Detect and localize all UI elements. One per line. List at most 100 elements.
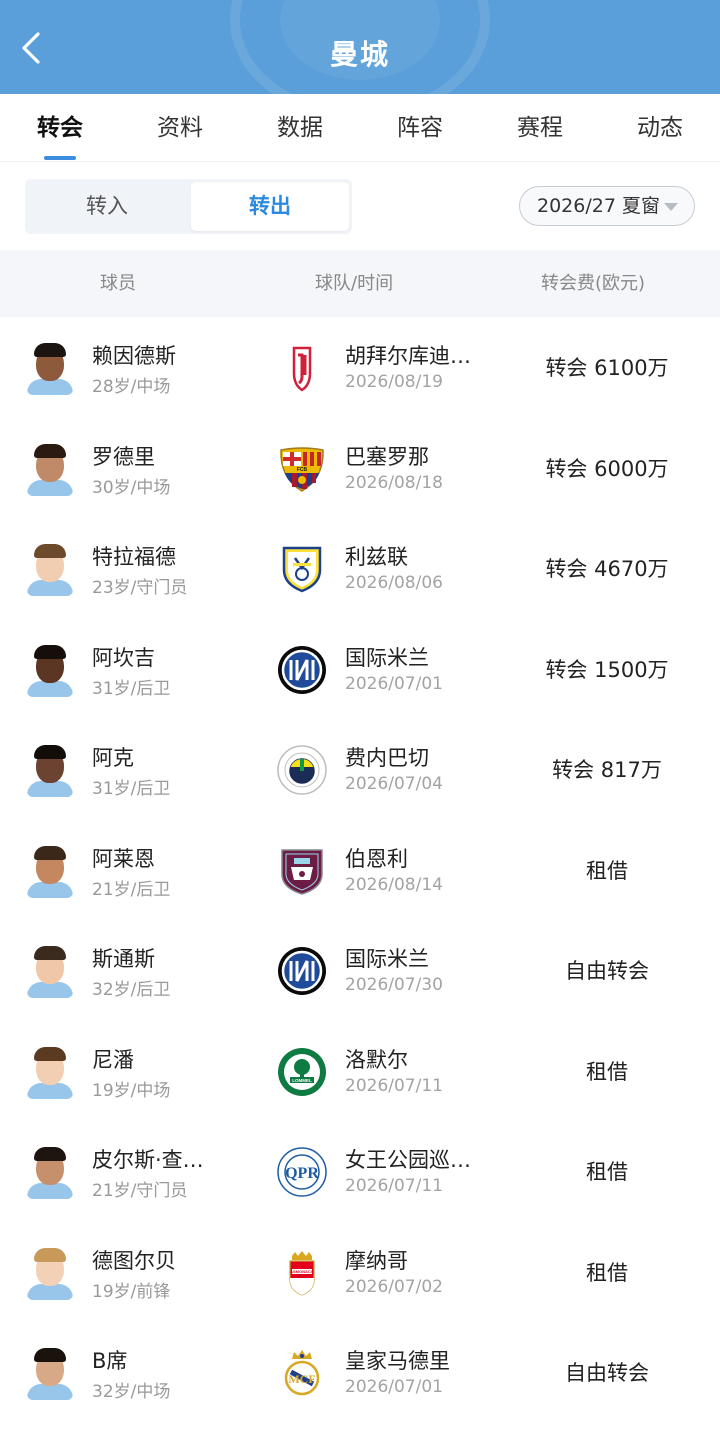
- transfer-row[interactable]: 赖因德斯 28岁/中场 胡拜尔库迪… 2026/08/19 转会 6100万: [0, 318, 720, 418]
- tab-news[interactable]: 动态: [600, 94, 720, 162]
- transfer-in-button[interactable]: 转入: [28, 182, 186, 231]
- caret-down-icon: [664, 203, 678, 211]
- player-avatar: [27, 1145, 73, 1199]
- player-age-position: 19岁/中场: [92, 1080, 171, 1101]
- tab-label: 阵容: [397, 115, 443, 141]
- player-age-position: 31岁/后卫: [92, 678, 171, 699]
- column-header-player: 球员: [100, 273, 136, 294]
- player-age-position: 23岁/守门员: [92, 578, 188, 598]
- transfer-date: 2026/07/02: [345, 1276, 443, 1297]
- player-name: 罗德里: [92, 444, 155, 469]
- top-bar: 曼城: [0, 0, 720, 94]
- player-age-position: 30岁/中场: [92, 477, 171, 498]
- destination-team-name: 皇家马德里: [345, 1349, 450, 1373]
- destination-team-name: 费内巴切: [345, 746, 429, 770]
- player-avatar: [27, 743, 73, 797]
- transfer-fee: 租借: [586, 1260, 628, 1285]
- player-avatar: [27, 442, 73, 496]
- player-name: 皮尔斯·查…: [92, 1148, 204, 1172]
- transfer-row[interactable]: 斯通斯 32岁/后卫 国际米兰 2026/07/30 自由转会: [0, 921, 720, 1021]
- transfer-date: 2026/07/30: [345, 975, 443, 995]
- transfer-row[interactable]: 阿莱恩 21岁/后卫 伯恩利 2026/08/14 租借: [0, 821, 720, 921]
- transfer-row[interactable]: 特拉福德 23岁/守门员 利兹联 2026/08/06 转会 4670万: [0, 519, 720, 619]
- svg-text:FCB: FCB: [297, 467, 308, 473]
- player-name: 德图尔贝: [92, 1248, 176, 1273]
- transfer-fee: 转会 6000万: [545, 456, 669, 481]
- player-name: 赖因德斯: [92, 344, 176, 368]
- player-age-position: 21岁/后卫: [92, 879, 171, 900]
- transfer-fee: 转会 4670万: [545, 557, 669, 581]
- svg-text:QPR: QPR: [285, 1165, 319, 1182]
- player-age-position: 32岁/后卫: [92, 980, 171, 1000]
- transfer-row[interactable]: 皮尔斯·查… 21岁/守门员 QPR 女王公园巡… 2026/07/11 租借: [0, 1122, 720, 1222]
- tab-transfers[interactable]: 转会: [0, 94, 120, 162]
- back-button[interactable]: [14, 30, 50, 66]
- column-header-team-time: 球队/时间: [315, 273, 394, 294]
- transfer-date: 2026/07/11: [345, 1075, 443, 1096]
- chevron-left-icon: [22, 32, 40, 64]
- transfer-date: 2026/08/18: [345, 472, 443, 493]
- svg-text:LOMMEL: LOMMEL: [292, 1078, 312, 1083]
- transfer-date: 2026/07/01: [345, 673, 443, 694]
- transfer-fee: 转会 6100万: [545, 356, 669, 380]
- transfer-fee: 租借: [586, 1059, 628, 1084]
- transfer-row[interactable]: 阿克 31岁/后卫 费内巴切 2026/07/04 转会 817万: [0, 720, 720, 820]
- destination-team-name: 国际米兰: [345, 947, 429, 971]
- player-avatar: [27, 1346, 73, 1400]
- transfer-direction-toggle: 转入 转出: [25, 179, 352, 234]
- destination-team-name: 摩纳哥: [345, 1248, 408, 1273]
- tab-label: 数据: [277, 115, 323, 141]
- tab-label: 转会: [37, 115, 83, 141]
- transfer-window-select[interactable]: 2026/27 夏窗: [519, 186, 695, 226]
- inter-crest-icon: [277, 946, 327, 996]
- player-name: 阿克: [92, 746, 134, 770]
- transfer-row[interactable]: 罗德里 30岁/中场 FCB 巴塞罗那 2026/08/18 转会 6000万: [0, 419, 720, 519]
- transfer-fee: 转会 1500万: [545, 657, 669, 682]
- player-age-position: 28岁/中场: [92, 377, 171, 397]
- player-name: 尼潘: [92, 1047, 134, 1072]
- transfer-fee: 自由转会: [565, 1361, 649, 1385]
- player-name: B席: [92, 1349, 128, 1373]
- player-avatar: [27, 643, 73, 697]
- transfer-date: 2026/08/06: [345, 573, 443, 593]
- tab-squad[interactable]: 阵容: [360, 94, 480, 162]
- burnley-crest-icon: [277, 846, 327, 896]
- transfer-fee: 转会 817万: [552, 758, 662, 782]
- player-avatar: [27, 1045, 73, 1099]
- player-age-position: 21岁/守门员: [92, 1181, 188, 1201]
- barcelona-crest-icon: FCB: [277, 444, 327, 494]
- player-age-position: 31岁/后卫: [92, 779, 171, 799]
- transfer-fee: 自由转会: [565, 959, 649, 983]
- destination-team-name: 胡拜尔库迪…: [345, 344, 471, 368]
- svg-text:MCF: MCF: [288, 1372, 315, 1386]
- destination-team-name: 利兹联: [345, 545, 408, 569]
- transfer-window-value: 2026/27 夏窗: [537, 195, 660, 217]
- player-avatar: [27, 542, 73, 596]
- transfer-date: 2026/08/14: [345, 874, 443, 895]
- real-madrid-crest-icon: MCF: [277, 1348, 327, 1398]
- table-header: 球员 球队/时间 转会费(欧元): [0, 250, 720, 317]
- player-name: 阿莱恩: [92, 846, 155, 871]
- player-age-position: 32岁/中场: [92, 1382, 171, 1402]
- svg-text:ASMONACO: ASMONACO: [290, 1269, 314, 1274]
- qpr-crest-icon: QPR: [277, 1147, 327, 1197]
- destination-team-name: 洛默尔: [345, 1047, 408, 1072]
- transfer-date: 2026/07/04: [345, 774, 443, 794]
- player-avatar: [27, 341, 73, 395]
- transfer-row[interactable]: B席 32岁/中场 MCF 皇家马德里 2026/07/01 自由转会: [0, 1323, 720, 1423]
- player-name: 阿坎吉: [92, 645, 155, 670]
- transfer-out-button[interactable]: 转出: [191, 182, 349, 231]
- destination-team-name: 国际米兰: [345, 645, 429, 670]
- tab-stats[interactable]: 数据: [240, 94, 360, 162]
- page-title: 曼城: [329, 38, 390, 71]
- transfer-row[interactable]: 德图尔贝 19岁/前锋 ASMONACO 摩纳哥 2026/07/02 租借: [0, 1223, 720, 1323]
- active-tab-indicator: [44, 156, 76, 160]
- player-name: 斯通斯: [92, 947, 155, 971]
- hubaer-crest-icon: [277, 343, 327, 393]
- transfer-row[interactable]: 阿坎吉 31岁/后卫 国际米兰 2026/07/01 转会 1500万: [0, 620, 720, 720]
- player-avatar: [27, 944, 73, 998]
- transfer-date: 2026/07/01: [345, 1377, 443, 1397]
- tab-profile[interactable]: 资料: [120, 94, 240, 162]
- transfer-row[interactable]: 尼潘 19岁/中场 LOMMEL 洛默尔 2026/07/11 租借: [0, 1022, 720, 1122]
- tab-schedule[interactable]: 赛程: [480, 94, 600, 162]
